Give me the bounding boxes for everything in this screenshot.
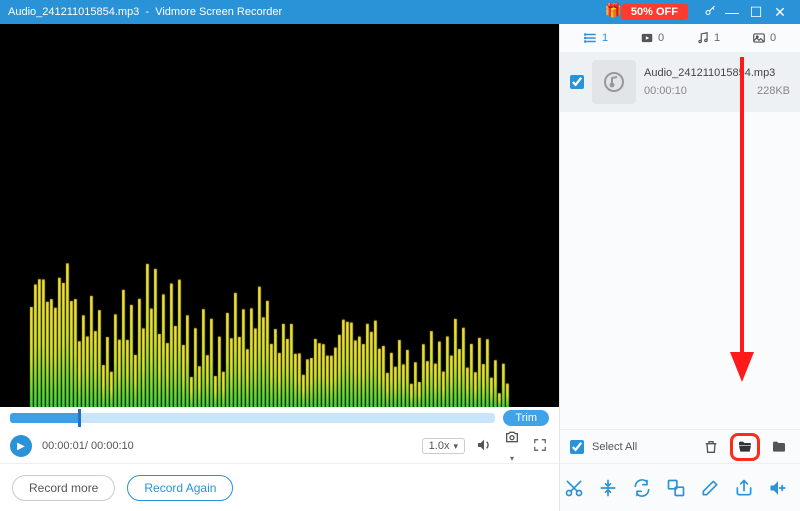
seek-track[interactable] (10, 413, 495, 423)
maximize-button[interactable]: ☐ (744, 4, 768, 21)
select-all-row: Select All (560, 429, 800, 463)
filter-image[interactable]: 0 (752, 31, 776, 45)
trim-tool-icon[interactable] (564, 475, 584, 501)
seek-thumb[interactable] (78, 409, 81, 427)
seek-bar-row: Trim (0, 407, 559, 429)
open-folder-icon[interactable] (730, 433, 760, 461)
share-tool-icon[interactable] (734, 475, 754, 501)
key-icon[interactable] (700, 5, 720, 20)
select-all-checkbox[interactable] (570, 440, 584, 454)
window-title: Audio_241211015854.mp3 - Vidmore Screen … (8, 6, 621, 18)
title-appname: Vidmore Screen Recorder (155, 6, 282, 18)
folder-icon[interactable] (768, 436, 790, 458)
edit-tool-icon[interactable] (700, 475, 720, 501)
compress-tool-icon[interactable] (598, 475, 618, 501)
filter-row: 1 0 1 0 (560, 24, 800, 52)
file-size: 228KB (757, 85, 790, 97)
time-current: 00:00:01 (42, 440, 85, 452)
record-again-button[interactable]: Record Again (127, 475, 233, 501)
speed-selector[interactable]: 1.0x ▾ (422, 438, 465, 454)
minimize-button[interactable]: — (720, 4, 744, 20)
playback-controls: ▶ 00:00:01/ 00:00:10 1.0x ▾ ▾ (0, 429, 559, 463)
file-thumbnail (592, 60, 636, 104)
filter-audio[interactable]: 1 (696, 31, 720, 45)
preview-panel: Trim ▶ 00:00:01/ 00:00:10 1.0x ▾ ▾ (0, 24, 560, 511)
record-more-button[interactable]: Record more (12, 475, 115, 501)
record-row: Record more Record Again (0, 463, 559, 511)
speed-value: 1.0x (429, 440, 450, 452)
filter-audio-count: 1 (714, 32, 720, 44)
select-all-label: Select All (592, 441, 637, 453)
close-button[interactable]: ✕ (768, 4, 792, 21)
trim-button[interactable]: Trim (503, 410, 549, 426)
file-checkbox[interactable] (570, 75, 584, 89)
filter-image-count: 0 (770, 32, 776, 44)
time-total: 00:00:10 (91, 440, 134, 452)
convert-tool-icon[interactable] (632, 475, 652, 501)
filter-list[interactable]: 1 (584, 31, 608, 45)
merge-tool-icon[interactable] (666, 475, 686, 501)
history-panel: 1 0 1 0 Audio_24121101585 (560, 24, 800, 511)
titlebar: Audio_241211015854.mp3 - Vidmore Screen … (0, 0, 800, 24)
volume-tool-icon[interactable] (768, 475, 788, 501)
waveform-preview (0, 24, 559, 407)
seek-progress (10, 413, 78, 423)
snapshot-icon[interactable]: ▾ (503, 429, 521, 464)
chevron-down-icon: ▾ (453, 441, 458, 452)
time-display: 00:00:01/ 00:00:10 (42, 440, 134, 452)
file-meta: Audio_241211015854.mp3 00:00:10 228KB (644, 67, 790, 97)
promo-badge[interactable]: 50% OFF (621, 4, 688, 20)
file-item[interactable]: Audio_241211015854.mp3 00:00:10 228KB (560, 52, 800, 112)
fullscreen-icon[interactable] (531, 438, 549, 455)
filter-list-count: 1 (602, 32, 608, 44)
filter-video[interactable]: 0 (640, 31, 664, 45)
title-filename: Audio_241211015854.mp3 (8, 6, 139, 18)
tool-row (560, 463, 800, 511)
filter-video-count: 0 (658, 32, 664, 44)
volume-icon[interactable] (475, 437, 493, 456)
file-duration: 00:00:10 (644, 85, 687, 97)
file-list: Audio_241211015854.mp3 00:00:10 228KB (560, 52, 800, 429)
play-button[interactable]: ▶ (10, 435, 32, 457)
delete-icon[interactable] (700, 436, 722, 458)
file-name: Audio_241211015854.mp3 (644, 67, 790, 79)
